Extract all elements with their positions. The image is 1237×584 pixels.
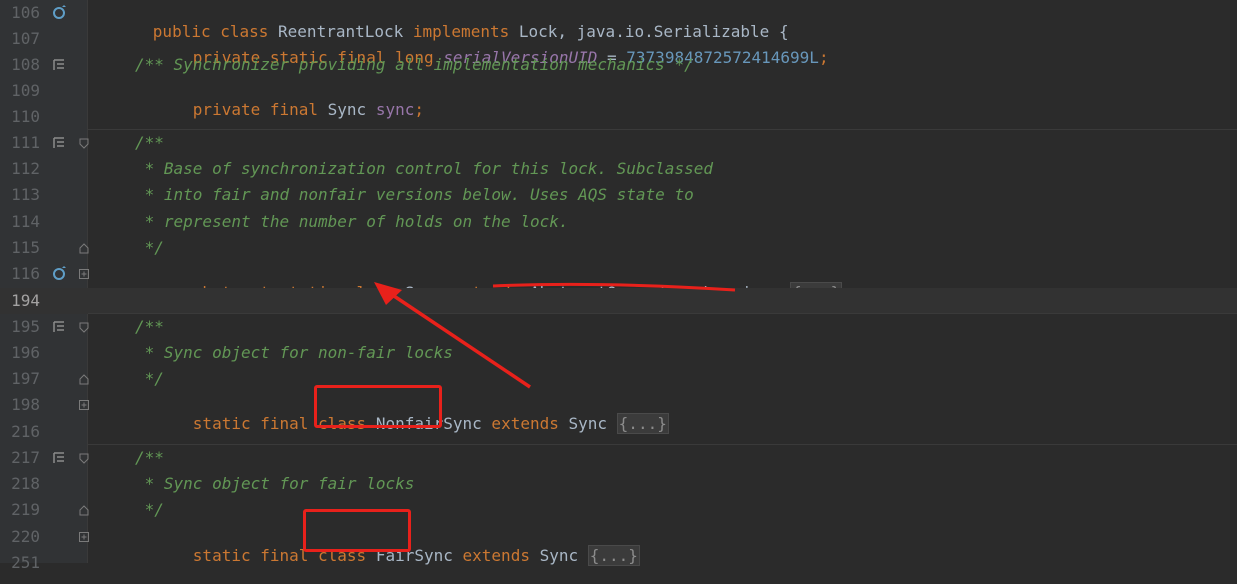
- arrow-head-annotation: [374, 282, 402, 305]
- underline-annotation: [492, 282, 736, 292]
- arrow-annotation: [387, 290, 531, 389]
- code-editor[interactable]: 106 public class ReentrantLock implement…: [0, 0, 1237, 572]
- annotation-overlay: [374, 282, 736, 389]
